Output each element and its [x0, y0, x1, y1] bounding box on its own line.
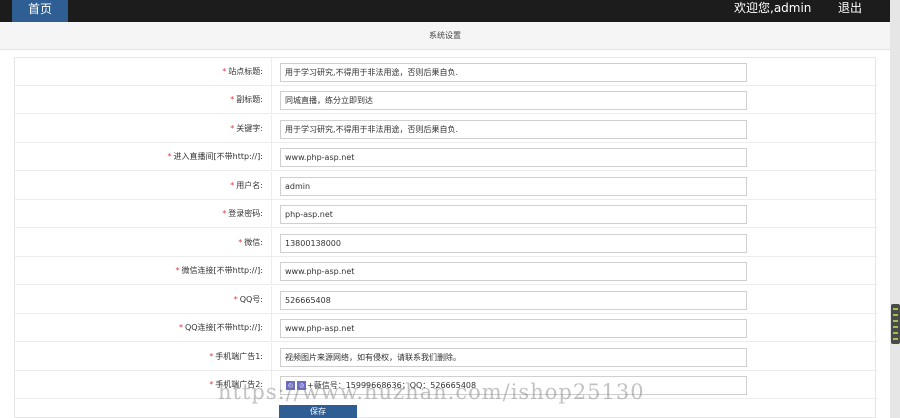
- form-label: * QQ号:: [15, 286, 272, 314]
- form-row-qq-link: * QQ连接[不带http://]: www.php-asp.net: [15, 314, 877, 342]
- required-star-icon: *: [209, 380, 214, 389]
- logout-link[interactable]: 退出: [838, 0, 862, 18]
- watermark-text: https://www.huzhan.com/ishop25130: [218, 380, 645, 404]
- label-text: 用户名:: [236, 181, 263, 190]
- required-star-icon: *: [230, 95, 235, 104]
- required-star-icon: *: [230, 181, 235, 190]
- form-row-mobile-ad-1: * 手机端广告1: 视频图片来源网络，如有侵权，请联系我们删除。: [15, 343, 877, 371]
- label-text: 关键字:: [236, 124, 263, 133]
- required-star-icon: *: [175, 266, 180, 275]
- label-text: 进入直播间[不带http://]:: [173, 152, 263, 161]
- scroll-indicator-icon[interactable]: [891, 304, 900, 344]
- form-label: * 手机端广告1:: [15, 343, 272, 371]
- form-label: * 登录密码:: [15, 200, 272, 228]
- form-label: * 微信:: [15, 229, 272, 257]
- form-row-password: * 登录密码: php-asp.net: [15, 200, 877, 228]
- qq-input[interactable]: 526665408: [280, 291, 747, 310]
- required-star-icon: *: [222, 67, 227, 76]
- label-text: 微信连接[不带http://]:: [181, 266, 263, 275]
- label-text: 登录密码:: [228, 209, 263, 218]
- form-label: * 进入直播间[不带http://]:: [15, 143, 272, 171]
- label-text: QQ号:: [239, 295, 263, 304]
- keywords-input[interactable]: 用于学习研究,不得用于非法用途，否则后果自负.: [280, 120, 747, 139]
- form-label: * 关键字:: [15, 115, 272, 143]
- required-star-icon: *: [167, 152, 172, 161]
- form-row-site-title: * 站点标题: 用于学习研究,不得用于非法用途，否则后果自负.: [15, 58, 877, 86]
- top-navbar: 首页 欢迎您,admin 退出: [0, 0, 890, 22]
- mobile-ad-1-input[interactable]: 视频图片来源网络，如有侵权，请联系我们删除。: [280, 348, 747, 367]
- welcome-text: 欢迎您,admin: [734, 1, 812, 15]
- live-room-url-input[interactable]: www.php-asp.net: [280, 148, 747, 167]
- settings-form: * 站点标题: 用于学习研究,不得用于非法用途，否则后果自负. * 副标题: 同城直…: [14, 57, 877, 418]
- page-header: 系统设置: [0, 22, 890, 50]
- form-row-subtitle: * 副标题: 同城直播，练分立即到达: [15, 86, 877, 114]
- required-star-icon: *: [209, 352, 214, 361]
- subtitle-input[interactable]: 同城直播，练分立即到达: [280, 91, 747, 110]
- required-star-icon: *: [230, 124, 235, 133]
- label-text: 副标题:: [236, 95, 263, 104]
- form-label: * 微信连接[不带http://]:: [15, 257, 272, 285]
- page-scrollbar-track[interactable]: [890, 0, 900, 418]
- required-star-icon: *: [233, 295, 238, 304]
- label-text: 手机端广告1:: [215, 352, 263, 361]
- required-star-icon: *: [178, 323, 183, 332]
- label-text: 站点标题:: [228, 67, 263, 76]
- form-label: * 站点标题:: [15, 58, 272, 86]
- password-input[interactable]: php-asp.net: [280, 205, 747, 224]
- form-row-wechat: * 微信: 13800138000: [15, 229, 877, 257]
- form-row-live-room-url: * 进入直播间[不带http://]: www.php-asp.net: [15, 143, 877, 171]
- qq-link-input[interactable]: www.php-asp.net: [280, 319, 747, 338]
- form-label: * QQ连接[不带http://]:: [15, 314, 272, 342]
- label-text: QQ连接[不带http://]:: [184, 323, 263, 332]
- label-text: 微信:: [244, 238, 263, 247]
- page-title: 系统设置: [429, 31, 461, 40]
- form-row-username: * 用户名: admin: [15, 172, 877, 200]
- form-row-keywords: * 关键字: 用于学习研究,不得用于非法用途，否则后果自负.: [15, 115, 877, 143]
- required-star-icon: *: [238, 238, 243, 247]
- wechat-link-input[interactable]: www.php-asp.net: [280, 262, 747, 281]
- form-row-qq: * QQ号: 526665408: [15, 286, 877, 314]
- username-input[interactable]: admin: [280, 177, 747, 196]
- form-label: * 用户名:: [15, 172, 272, 200]
- site-title-input[interactable]: 用于学习研究,不得用于非法用途，否则后果自负.: [280, 63, 747, 82]
- home-tab[interactable]: 首页: [12, 0, 68, 22]
- wechat-input[interactable]: 13800138000: [280, 234, 747, 253]
- form-row-wechat-link: * 微信连接[不带http://]: www.php-asp.net: [15, 257, 877, 285]
- form-label: * 副标题:: [15, 86, 272, 114]
- required-star-icon: *: [222, 209, 227, 218]
